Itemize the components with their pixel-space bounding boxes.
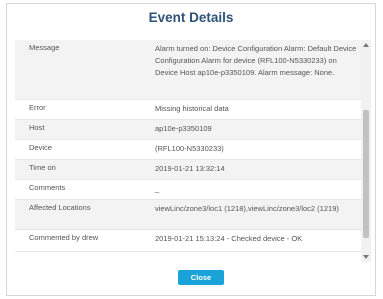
chevron-down-icon[interactable] (361, 252, 371, 262)
row-value: Missing historical data (155, 104, 229, 113)
row-label: Error (29, 103, 46, 112)
row-label: Message (29, 43, 60, 52)
row-label: Commented by drew (29, 233, 99, 242)
row-value: 2019-01-21 13:32:14 (155, 164, 225, 173)
row-device: Device (RFL100-N5330233) (15, 140, 361, 160)
chevron-up-icon[interactable] (361, 40, 371, 50)
dialog-title: Event Details (148, 10, 234, 25)
row-message: Message Alarm turned on: Device Configur… (15, 40, 361, 100)
row-label: Comments (29, 183, 66, 192)
details-scroll-region[interactable]: Message Alarm turned on: Device Configur… (15, 40, 371, 262)
event-details-dialog: Event Details Message Alarm turned on: D… (6, 3, 376, 296)
details-table: Message Alarm turned on: Device Configur… (15, 40, 361, 252)
vertical-scrollbar[interactable] (361, 40, 371, 262)
row-label: Affected Locations (29, 203, 91, 212)
row-affected-locations: Affected Locations viewLinc/zone3/loc1 (… (15, 200, 361, 230)
row-label: Time on (29, 163, 56, 172)
row-error: Error Missing historical data (15, 100, 361, 120)
scrollbar-thumb[interactable] (363, 110, 369, 238)
row-time-on: Time on 2019-01-21 13:32:14 (15, 160, 361, 180)
close-button[interactable]: Close (178, 270, 224, 285)
row-value: (RFL100-N5330233) (155, 144, 224, 153)
row-value: viewLinc/zone3/loc1 (1218),viewLinc/zone… (155, 204, 339, 213)
row-label: Host (29, 123, 45, 132)
row-value: 2019-01-21 15:13:24 - Checked device - O… (155, 234, 303, 243)
row-host: Host ap10e-p3350109 (15, 120, 361, 140)
row-value: Alarm turned on: Device Configuration Al… (155, 44, 357, 77)
row-comments: Comments _ (15, 180, 361, 200)
row-label: Device (29, 143, 52, 152)
row-value: ap10e-p3350109 (155, 124, 212, 133)
row-commented-by: Commented by drew 2019-01-21 15:13:24 - … (15, 230, 361, 252)
row-value: _ (155, 184, 160, 193)
